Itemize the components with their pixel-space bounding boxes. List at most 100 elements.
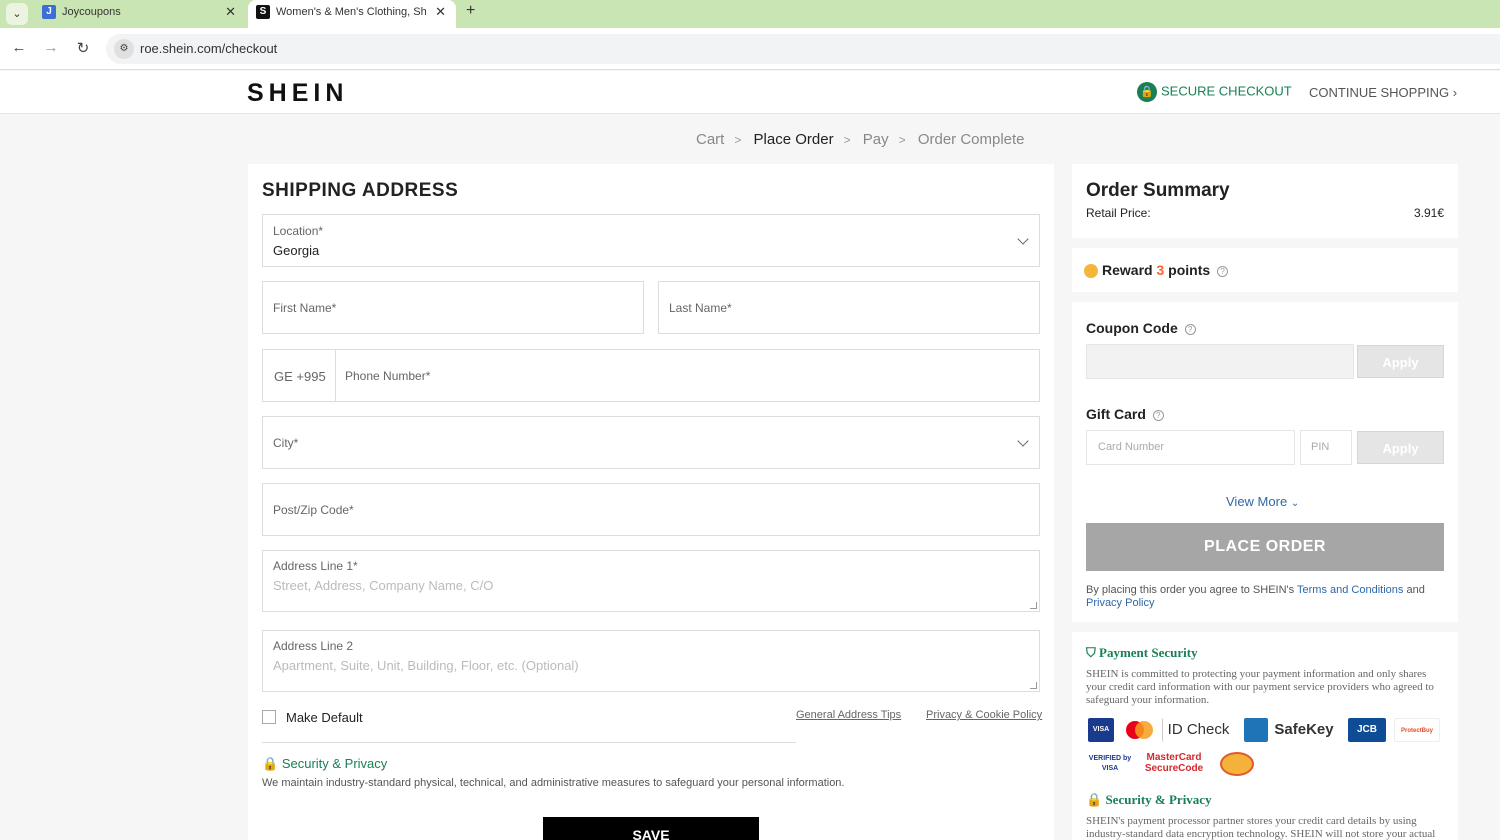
reload-icon[interactable]: ↻	[74, 39, 92, 57]
agreement-text: By placing this order you agree to SHEIN…	[1086, 584, 1444, 610]
browser-tab-shein[interactable]: S Women's & Men's Clothing, Sh ✕	[248, 0, 456, 28]
close-tab-icon[interactable]: ✕	[435, 0, 446, 24]
security-privacy-text-right: SHEIN's payment processor partner stores…	[1086, 815, 1436, 840]
make-default-checkbox[interactable]	[262, 710, 276, 724]
gift-card-pin-input[interactable]: PIN	[1300, 430, 1352, 465]
mastercard-logo-icon	[1124, 718, 1154, 742]
phone-field[interactable]: GE +995 Phone Number*	[262, 349, 1040, 402]
breadcrumb-separator: >	[898, 133, 906, 147]
help-icon[interactable]: ?	[1184, 323, 1196, 335]
location-select[interactable]: Location* Georgia	[262, 214, 1040, 267]
payment-security-card: ⛉ Payment Security SHEIN is committed to…	[1072, 632, 1458, 840]
lock-outline-icon: 🔒	[1086, 792, 1103, 807]
verified-by-visa-badge: VERIFIED by VISA	[1088, 755, 1132, 772]
breadcrumb-separator: >	[843, 133, 851, 147]
url-field[interactable]: ⚙ roe.shein.com/checkout	[106, 34, 1500, 64]
mastercard-securecode-badge: MasterCard SecureCode	[1144, 752, 1204, 774]
address-line-1-placeholder: Street, Address, Company Name, C/O	[273, 578, 494, 593]
place-order-button[interactable]: PLACE ORDER	[1086, 523, 1444, 571]
location-value: Georgia	[273, 243, 320, 258]
tab-title: Joycoupons	[62, 6, 121, 18]
reward-points: Reward 3 points ?	[1102, 262, 1229, 278]
help-icon[interactable]: ?	[1217, 265, 1229, 277]
reward-points-count: 3	[1156, 262, 1165, 278]
gift-card-title: Gift Card ?	[1086, 406, 1164, 422]
coupon-code-label: Coupon Code	[1086, 320, 1178, 336]
forward-icon[interactable]: →	[42, 39, 60, 56]
chevron-down-icon	[1017, 232, 1029, 245]
payment-actions-card: Coupon Code ? Apply Gift Card ? Card Num…	[1072, 302, 1458, 622]
phone-label: Phone Number*	[345, 369, 431, 383]
zip-field[interactable]: Post/Zip Code*	[262, 483, 1040, 536]
browser-tab-joycoupons[interactable]: J Joycoupons ✕	[34, 0, 246, 28]
shield-icon: ⛉	[1086, 645, 1096, 660]
amex-logo-icon	[1244, 718, 1268, 742]
last-name-field[interactable]: Last Name*	[658, 281, 1040, 334]
location-label: Location*	[273, 224, 324, 238]
first-name-label: First Name*	[273, 301, 337, 315]
save-button[interactable]: SAVE	[543, 817, 759, 840]
jcb-badge: JCB	[1348, 718, 1386, 742]
breadcrumb-separator: >	[734, 133, 742, 147]
card-network-logo-icon	[1220, 752, 1254, 776]
breadcrumb-place-order: Place Order	[753, 131, 834, 148]
make-default-label[interactable]: Make Default	[286, 710, 363, 725]
payment-security-title: Payment Security	[1099, 645, 1198, 660]
shein-logo[interactable]: SHEIN	[247, 79, 348, 108]
coupon-apply-button[interactable]: Apply	[1357, 345, 1444, 378]
help-icon[interactable]: ?	[1152, 409, 1164, 421]
zip-label: Post/Zip Code*	[273, 503, 354, 517]
address-bar-row: ← → ↻ ⚙ roe.shein.com/checkout	[0, 28, 1500, 70]
id-check-badge: ID Check	[1162, 718, 1234, 742]
tab-search-icon[interactable]: ⌄	[6, 3, 28, 25]
close-tab-icon[interactable]: ✕	[225, 0, 236, 24]
privacy-policy-link[interactable]: Privacy Policy	[1086, 597, 1154, 609]
security-privacy-text: We maintain industry-standard physical, …	[262, 777, 845, 789]
shein-favicon-icon: S	[256, 5, 270, 19]
secure-checkout-label: SECURE CHECKOUT	[1161, 83, 1292, 99]
continue-shopping-link[interactable]: CONTINUE SHOPPING ›	[1309, 85, 1457, 100]
phone-divider	[335, 350, 336, 401]
address-line-1-field[interactable]: Address Line 1* Street, Address, Company…	[262, 550, 1040, 612]
privacy-cookie-policy-link[interactable]: Privacy & Cookie Policy	[926, 709, 1042, 721]
city-label: City*	[273, 436, 299, 450]
general-address-tips-link[interactable]: General Address Tips	[796, 709, 901, 721]
address-line-2-field[interactable]: Address Line 2 Apartment, Suite, Unit, B…	[262, 630, 1040, 692]
tab-title: Women's & Men's Clothing, Sh	[276, 6, 426, 18]
breadcrumb: Cart > Place Order > Pay > Order Complete	[696, 131, 1031, 148]
resize-handle-icon[interactable]	[1030, 682, 1037, 689]
site-info-icon[interactable]: ⚙	[114, 39, 134, 59]
new-tab-icon[interactable]: +	[466, 2, 475, 20]
breadcrumb-cart[interactable]: Cart	[696, 131, 724, 148]
lock-icon: 🔒	[1137, 82, 1157, 102]
safekey-badge: SafeKey	[1274, 721, 1334, 738]
shipping-address-panel: SHIPPING ADDRESS Location* Georgia First…	[248, 164, 1054, 840]
city-select[interactable]: City*	[262, 416, 1040, 469]
address-line-2-placeholder: Apartment, Suite, Unit, Building, Floor,…	[273, 658, 579, 673]
address-line-1-label: Address Line 1*	[273, 559, 358, 573]
back-icon[interactable]: ←	[10, 39, 28, 56]
resize-handle-icon[interactable]	[1030, 602, 1037, 609]
order-summary-title: Order Summary	[1086, 180, 1230, 201]
chevron-down-icon	[1017, 434, 1029, 447]
lock-outline-icon: 🔒	[262, 756, 279, 771]
view-more-link[interactable]: View More ⌄	[1226, 494, 1299, 509]
address-line-2-label: Address Line 2	[273, 639, 354, 653]
chevron-down-icon: ⌄	[1290, 498, 1300, 509]
agreement-and: and	[1406, 584, 1425, 596]
reward-prefix: Reward	[1102, 262, 1153, 278]
view-more-label: View More	[1226, 494, 1288, 509]
terms-link[interactable]: Terms and Conditions	[1297, 584, 1403, 596]
gift-card-label: Gift Card	[1086, 406, 1146, 422]
security-privacy-title-right: Security & Privacy	[1105, 792, 1212, 807]
site-header: SHEIN 🔒 SECURE CHECKOUT CONTINUE SHOPPING…	[0, 71, 1500, 114]
order-summary-card: Order Summary Retail Price: 3.91€	[1072, 164, 1458, 238]
reward-card: Reward 3 points ?	[1072, 248, 1458, 292]
gift-card-number-input[interactable]: Card Number	[1086, 430, 1295, 465]
coupon-code-input[interactable]	[1086, 344, 1354, 379]
first-name-field[interactable]: First Name*	[262, 281, 644, 334]
visa-secure-badge: VISA	[1088, 718, 1114, 742]
phone-country-code[interactable]: GE +995	[274, 369, 326, 384]
gift-card-apply-button[interactable]: Apply	[1357, 431, 1444, 464]
security-privacy-heading: 🔒 Security & Privacy	[262, 756, 387, 772]
